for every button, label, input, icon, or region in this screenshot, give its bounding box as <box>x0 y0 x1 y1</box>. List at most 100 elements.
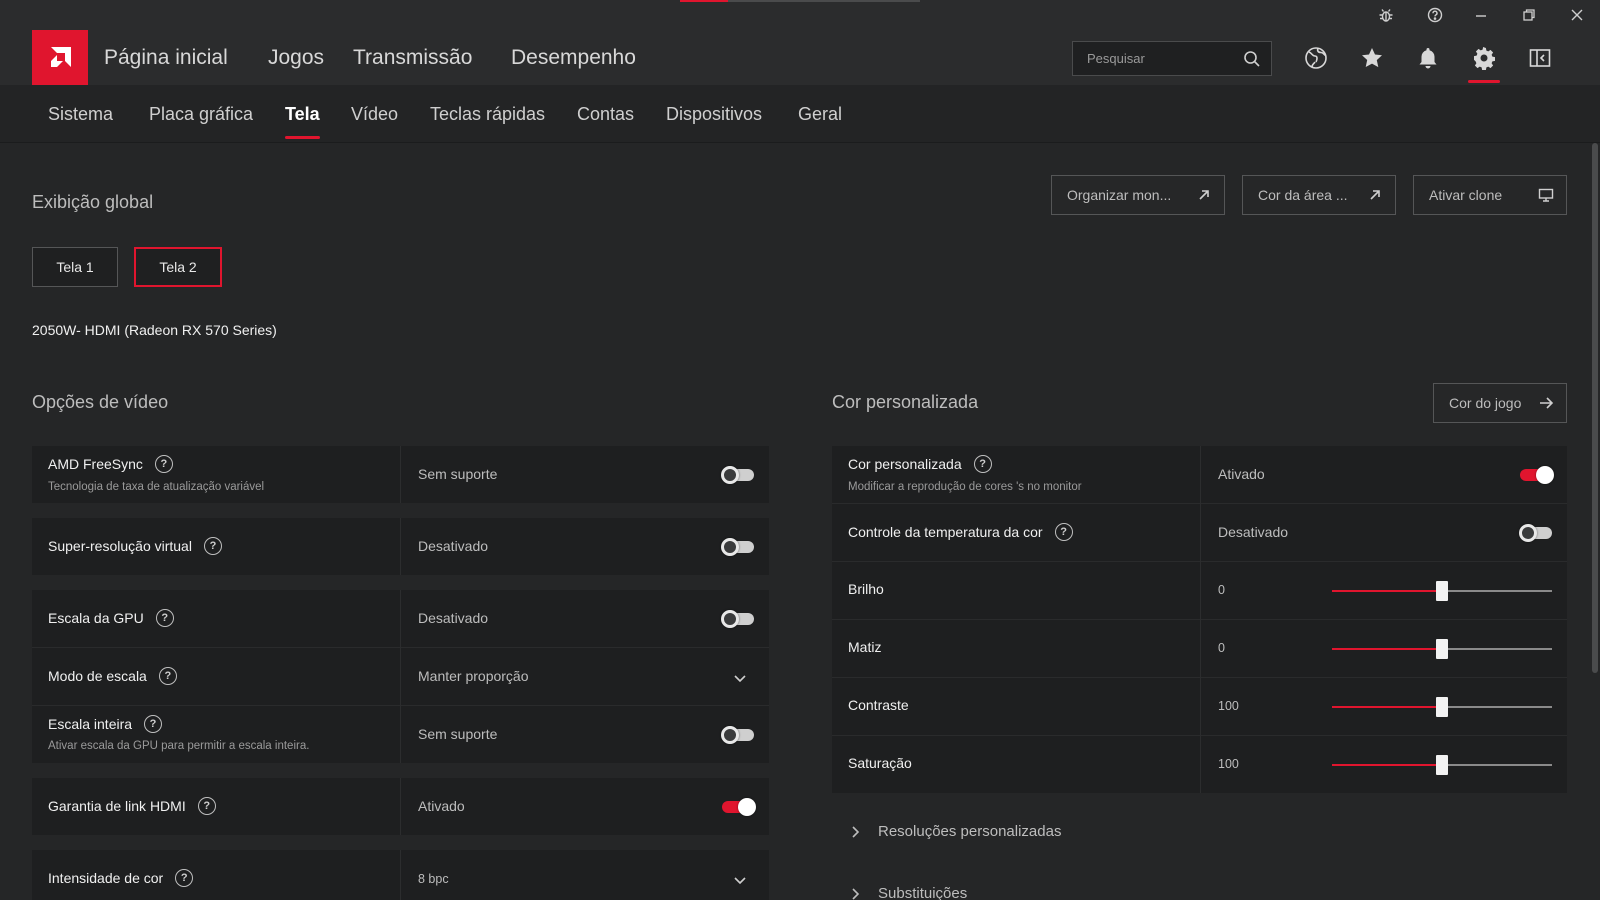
help-icon[interactable]: ? <box>154 455 173 473</box>
settings-gear-icon[interactable] <box>1459 30 1509 85</box>
slider-fill <box>1332 764 1442 766</box>
chevron-down-icon[interactable] <box>732 872 748 888</box>
nav-performance[interactable]: Desempenho <box>511 30 636 85</box>
custom-color-card: Cor personalizada? Modificar a reproduçã… <box>832 446 1567 793</box>
chevron-down-icon[interactable] <box>732 670 748 686</box>
freesync-description: Tecnologia de taxa de atualização variáv… <box>48 481 265 493</box>
help-icon[interactable]: ? <box>973 455 992 473</box>
help-icon[interactable] <box>1412 0 1458 30</box>
integer-scaling-value: Sem suporte <box>418 726 498 742</box>
contrast-slider[interactable] <box>1332 696 1552 718</box>
color-depth-label-text: Intensidade de cor <box>48 870 164 886</box>
slider-fill <box>1332 590 1442 592</box>
star-icon[interactable] <box>1347 30 1397 85</box>
toggle-knob <box>1536 466 1554 484</box>
overrides-label: Substituições <box>878 885 968 900</box>
tab-video[interactable]: Vídeo <box>351 85 398 143</box>
scaling-mode-label-text: Modo de escala <box>48 668 147 684</box>
gpu-scaling-label-text: Escala da GPU <box>48 610 144 626</box>
divider <box>1200 446 1201 793</box>
toggle-knob <box>721 538 739 556</box>
gpu-scaling-value: Desativado <box>418 610 489 626</box>
freesync-card: AMD FreeSync? Tecnologia de taxa de atua… <box>32 446 769 503</box>
color-depth-dropdown[interactable]: 8 bpc <box>418 872 449 886</box>
slider-thumb[interactable] <box>1436 581 1448 601</box>
sidebar-toggle-icon[interactable] <box>1515 30 1565 85</box>
integer-scaling-toggle[interactable] <box>721 726 754 744</box>
color-temperature-label: Controle da temperatura da cor? <box>848 523 1073 541</box>
external-link-icon <box>1370 190 1380 200</box>
minimize-icon[interactable] <box>1458 0 1504 30</box>
gpu-scaling-toggle[interactable] <box>721 610 754 628</box>
page-scrollbar[interactable] <box>1592 143 1598 673</box>
arrange-monitors-label: Organizar mon... <box>1067 187 1172 203</box>
toggle-knob <box>721 726 739 744</box>
bell-icon[interactable] <box>1403 30 1453 85</box>
close-icon[interactable] <box>1554 0 1600 30</box>
vsr-toggle[interactable] <box>721 538 754 556</box>
help-icon[interactable]: ? <box>175 869 194 887</box>
brightness-slider[interactable] <box>1332 580 1552 602</box>
tab-display[interactable]: Tela <box>285 85 320 143</box>
saturation-slider[interactable] <box>1332 754 1552 776</box>
hdmi-link-label-text: Garantia de link HDMI <box>48 798 186 814</box>
color-temperature-toggle[interactable] <box>1519 524 1552 542</box>
title-bar <box>0 0 1600 30</box>
display-2-tab[interactable]: Tela 2 <box>134 247 222 287</box>
loading-progress <box>680 0 728 2</box>
nav-home[interactable]: Página inicial <box>104 30 228 85</box>
nav-streaming[interactable]: Transmissão <box>353 30 472 85</box>
tab-devices[interactable]: Dispositivos <box>666 85 762 143</box>
help-icon[interactable]: ? <box>144 715 163 733</box>
help-icon[interactable]: ? <box>155 609 174 627</box>
brightness-label: Brilho <box>848 581 884 597</box>
nav-games[interactable]: Jogos <box>268 30 324 85</box>
game-color-button[interactable]: Cor do jogo <box>1433 383 1567 423</box>
enable-clone-button[interactable]: Ativar clone <box>1413 175 1567 215</box>
search-icon[interactable] <box>1243 50 1261 68</box>
hue-slider[interactable] <box>1332 638 1552 660</box>
display-1-tab[interactable]: Tela 1 <box>32 247 118 287</box>
slider-fill <box>1332 648 1442 650</box>
bug-report-icon[interactable] <box>1363 0 1409 30</box>
restore-icon[interactable] <box>1506 0 1552 30</box>
help-icon[interactable]: ? <box>197 797 216 815</box>
desktop-color-button[interactable]: Cor da área ... <box>1242 175 1396 215</box>
top-navigation: Página inicial Jogos Transmissão Desempe… <box>0 30 1600 85</box>
custom-color-toggle[interactable] <box>1520 466 1554 484</box>
chevron-right-icon <box>852 887 860 900</box>
hdmi-link-value: Ativado <box>418 798 465 814</box>
slider-thumb[interactable] <box>1436 755 1448 775</box>
globe-icon[interactable] <box>1291 30 1341 85</box>
hue-label: Matiz <box>848 639 882 655</box>
tab-system[interactable]: Sistema <box>48 85 113 143</box>
arrange-monitors-button[interactable]: Organizar mon... <box>1051 175 1225 215</box>
color-temperature-label-text: Controle da temperatura da cor <box>848 524 1043 540</box>
custom-resolutions-expander[interactable]: Resoluções personalizadas <box>848 823 1061 840</box>
tab-accounts[interactable]: Contas <box>577 85 634 143</box>
external-link-icon <box>1199 190 1209 200</box>
help-icon[interactable]: ? <box>203 537 222 555</box>
search-box <box>1072 41 1272 76</box>
slider-fill <box>1332 706 1442 708</box>
hdmi-link-card: Garantia de link HDMI? Ativado <box>32 778 769 835</box>
freesync-toggle[interactable] <box>721 466 754 484</box>
overrides-expander[interactable]: Substituições <box>848 885 967 900</box>
amd-logo-icon[interactable] <box>32 30 88 85</box>
tab-graphics-card[interactable]: Placa gráfica <box>149 85 253 143</box>
gpu-scaling-label: Escala da GPU? <box>48 609 174 627</box>
tab-general[interactable]: Geral <box>798 85 842 143</box>
vsr-value: Desativado <box>418 538 489 554</box>
scaling-mode-dropdown[interactable]: Manter proporção <box>418 668 529 684</box>
search-input[interactable] <box>1073 51 1233 66</box>
slider-thumb[interactable] <box>1436 639 1448 659</box>
slider-thumb[interactable] <box>1436 697 1448 717</box>
help-icon[interactable]: ? <box>1054 523 1073 541</box>
divider <box>400 590 401 763</box>
divider <box>400 518 401 575</box>
hdmi-link-toggle[interactable] <box>722 798 756 816</box>
saturation-value: 100 <box>1218 757 1239 771</box>
arrow-right-icon <box>1540 397 1554 409</box>
help-icon[interactable]: ? <box>158 667 177 685</box>
tab-hotkeys[interactable]: Teclas rápidas <box>430 85 545 143</box>
